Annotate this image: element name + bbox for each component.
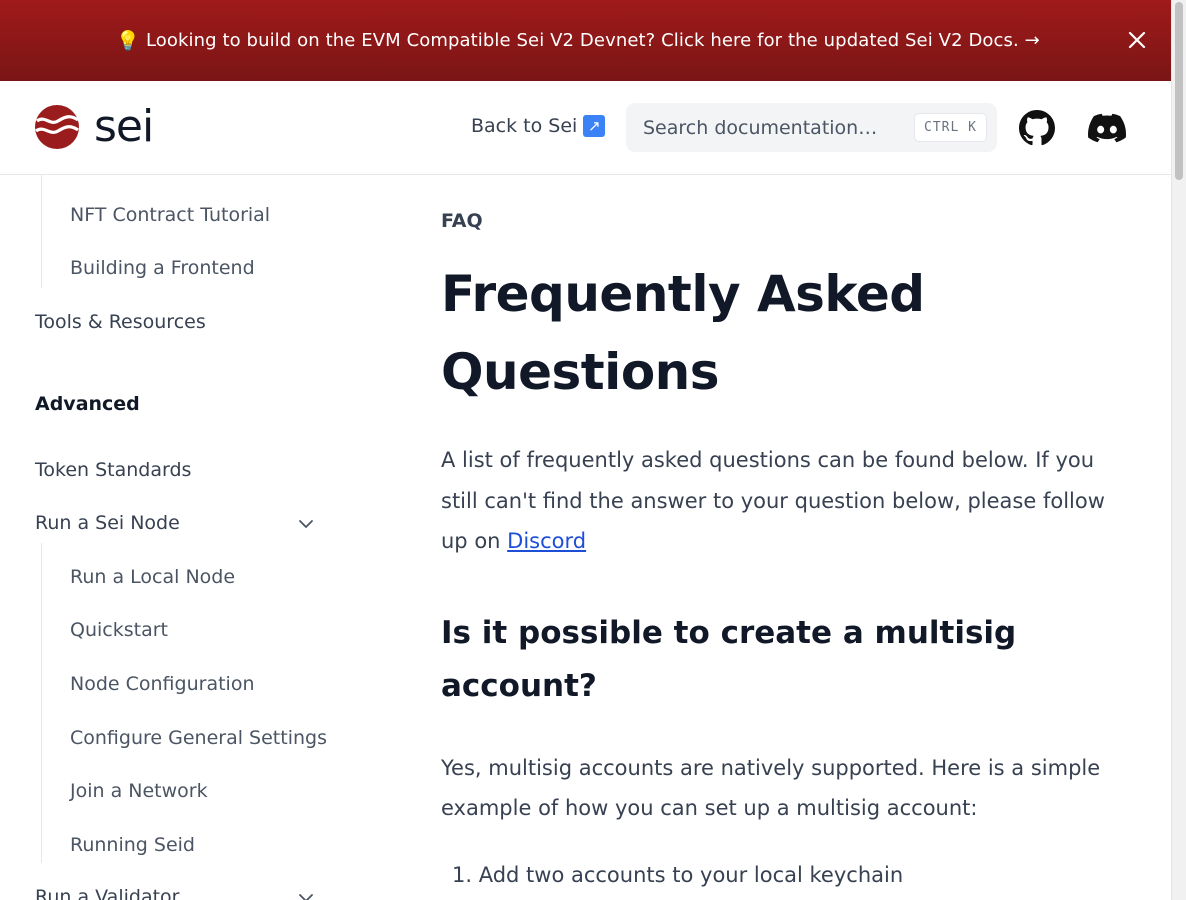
sidebar-item-tools-resources[interactable]: Tools & Resources	[35, 311, 206, 333]
sidebar-item-building-a-frontend[interactable]: Building a Frontend	[70, 257, 255, 279]
sidebar-tree-line	[41, 175, 42, 288]
breadcrumb: FAQ	[441, 210, 483, 232]
discord-icon[interactable]	[1088, 111, 1126, 145]
answer-paragraph: Yes, multisig accounts are natively supp…	[441, 756, 1101, 820]
sidebar-item-nft-contract-tutorial[interactable]: NFT Contract Tutorial	[70, 204, 270, 226]
intro-paragraph: A list of frequently asked questions can…	[441, 440, 1111, 562]
sidebar-item-running-seid[interactable]: Running Seid	[70, 834, 195, 856]
sidebar-item-join-a-network[interactable]: Join a Network	[70, 780, 208, 802]
top-navbar: sei Back to Sei ↗ CTRL K	[0, 81, 1171, 175]
scrollbar-thumb[interactable]	[1175, 2, 1183, 180]
announcement-banner: 💡 Looking to build on the EVM Compatible…	[0, 0, 1171, 81]
search-shortcut-hint: CTRL K	[914, 113, 987, 142]
sidebar-item-run-a-validator[interactable]: Run a Validator	[35, 886, 179, 900]
back-link-label: Back to Sei	[471, 115, 578, 137]
sidebar-nav: NFT Contract Tutorial Building a Fronten…	[0, 175, 380, 900]
sidebar-item-token-standards[interactable]: Token Standards	[35, 459, 191, 481]
sidebar-item-node-configuration[interactable]: Node Configuration	[70, 673, 254, 695]
back-to-sei-link[interactable]: Back to Sei ↗	[471, 115, 606, 137]
banner-link[interactable]: 💡 Looking to build on the EVM Compatible…	[116, 29, 1040, 52]
arrow-up-right-icon: ↗	[583, 115, 606, 137]
sei-logo-icon	[35, 105, 79, 149]
sidebar-item-run-a-sei-node[interactable]: Run a Sei Node	[35, 512, 180, 534]
sidebar-tree-line	[41, 543, 42, 863]
sidebar-item-configure-general-settings[interactable]: Configure General Settings	[70, 727, 327, 749]
page-scrollbar[interactable]	[1171, 0, 1186, 900]
sidebar-section-heading: Advanced	[35, 393, 140, 415]
search-input[interactable]	[643, 116, 903, 139]
sidebar-item-quickstart[interactable]: Quickstart	[70, 619, 168, 641]
close-icon[interactable]	[1125, 28, 1149, 52]
list-item: 1. Add two accounts to your local keycha…	[452, 863, 904, 887]
sei-logo[interactable]: sei	[34, 101, 154, 152]
banner-text: Looking to build on the EVM Compatible S…	[145, 30, 1040, 51]
page-title: Frequently Asked Questions	[441, 265, 925, 401]
chevron-down-icon[interactable]	[297, 515, 315, 533]
search-box[interactable]: CTRL K	[626, 103, 997, 152]
chevron-down-icon[interactable]	[297, 889, 315, 900]
sidebar-item-run-a-local-node[interactable]: Run a Local Node	[70, 566, 235, 588]
question-heading: Is it possible to create a multisig acco…	[441, 615, 1017, 704]
github-icon[interactable]	[1019, 110, 1055, 146]
lightbulb-icon: 💡	[116, 30, 140, 52]
discord-link[interactable]: Discord	[507, 529, 586, 553]
logo-text: sei	[94, 101, 154, 152]
